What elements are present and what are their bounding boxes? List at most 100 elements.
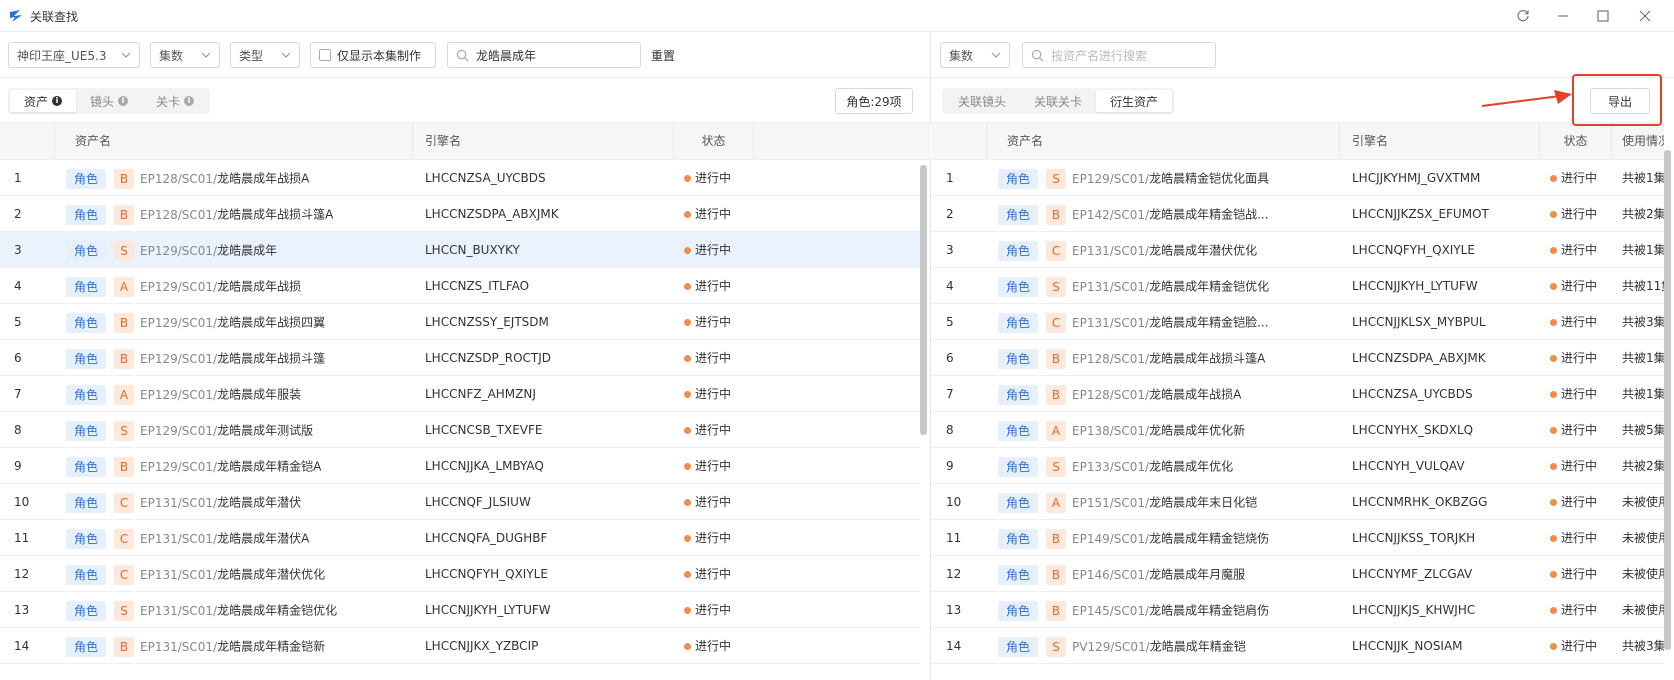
table-row[interactable]: 2 角色 B EP142/SC01/龙皓晨成年精金铠战... LHCCNJJKZSX_E… xyxy=(932,196,1664,232)
table-row[interactable]: 13 角色 B EP145/SC01/龙皓晨成年精金铠肩伤 LHCCNJJKJS_KHW… xyxy=(932,592,1664,628)
reset-button[interactable]: 重置 xyxy=(651,47,675,64)
table-row[interactable]: 2 角色 B EP128/SC01/龙皓晨成年战损斗篷A LHCCNZSDPA_ABXJ… xyxy=(0,196,920,232)
type-select[interactable]: 类型 xyxy=(230,42,300,68)
table-row[interactable]: 1 角色 B EP128/SC01/龙皓晨成年战损A LHCCNZSA_UYCBDS 进行… xyxy=(0,160,920,196)
tab-related-shots[interactable]: 关联镜头 xyxy=(944,90,1020,112)
table-row[interactable]: 6 角色 B EP129/SC01/龙皓晨成年战损斗篷 LHCCNZSDP_ROCTJD… xyxy=(0,340,920,376)
asset-name-cell[interactable]: 角色 B EP149/SC01/龙皓晨成年精金铠烧伤 xyxy=(998,520,1340,556)
tab-shots[interactable]: 镜头 i xyxy=(76,90,142,112)
asset-path-prefix: EP131/SC01/ xyxy=(1072,243,1150,258)
asset-name-cell[interactable]: 角色 A EP129/SC01/龙皓晨成年战损 xyxy=(66,268,413,304)
status-cell: 进行中 xyxy=(1540,196,1612,232)
table-row[interactable]: 7 角色 A EP129/SC01/龙皓晨成年服装 LHCCNFZ_AHMZNJ 进行中 xyxy=(0,376,920,412)
asset-name-cell[interactable]: 角色 S EP129/SC01/龙皓晨精金铠优化面具 xyxy=(998,160,1340,196)
asset-name-cell[interactable]: 角色 C EP131/SC01/龙皓晨成年潜伏 xyxy=(66,484,413,520)
asset-name-cell[interactable]: 角色 B EP129/SC01/龙皓晨成年战损四翼 xyxy=(66,304,413,340)
table-row[interactable]: 14 角色 S PV129/SC01/龙皓晨成年精金铠 LHCCNJJK_NOSIAM 进… xyxy=(932,628,1664,664)
table-row[interactable]: 13 角色 S EP131/SC01/龙皓晨成年精金铠优化 LHCCNJJKYH_LYT… xyxy=(0,592,920,628)
table-row[interactable]: 10 角色 C EP131/SC01/龙皓晨成年潜伏 LHCCNQF_JLSIUW 进行中 xyxy=(0,484,920,520)
asset-path-prefix: EP131/SC01/ xyxy=(140,495,218,510)
asset-search-input[interactable]: 龙皓晨成年 xyxy=(447,42,641,68)
table-row[interactable]: 9 角色 B EP129/SC01/龙皓晨成年精金铠A LHCCNJJKA_LMBYAQ… xyxy=(0,448,920,484)
close-icon[interactable] xyxy=(1634,6,1656,26)
table-row[interactable]: 1 角色 S EP129/SC01/龙皓晨精金铠优化面具 LHCJJKYHMJ_GVXT… xyxy=(932,160,1664,196)
asset-name-cell[interactable]: 角色 B EP131/SC01/龙皓晨成年精金铠新 xyxy=(66,628,413,664)
asset-path-prefix: EP131/SC01/ xyxy=(140,531,218,546)
usage-cell: 共被1集使用 xyxy=(1622,171,1664,185)
table-row[interactable]: 5 角色 B EP129/SC01/龙皓晨成年战损四翼 LHCCNZSSY_EJTSDM… xyxy=(0,304,920,340)
only-current-checkbox[interactable]: 仅显示本集制作 xyxy=(310,42,436,68)
maximize-icon[interactable] xyxy=(1592,6,1614,26)
asset-name-cell[interactable]: 角色 S EP129/SC01/龙皓晨成年 xyxy=(66,232,413,268)
right-table-body: 1 角色 S EP129/SC01/龙皓晨精金铠优化面具 LHCJJKYHMJ_GVXT… xyxy=(932,160,1664,680)
search-icon xyxy=(1031,49,1044,62)
table-row[interactable]: 12 角色 B EP146/SC01/龙皓晨成年月魔服 LHCCNYMF_ZLCGAV 进… xyxy=(932,556,1664,592)
role-count-button[interactable]: 角色:29项 xyxy=(835,88,913,114)
minimize-icon[interactable] xyxy=(1552,6,1574,26)
project-select[interactable]: 神印王座_UE5.3 xyxy=(8,42,140,68)
refresh-icon[interactable] xyxy=(1512,6,1534,26)
asset-path-prefix: EP128/SC01/ xyxy=(1072,387,1150,402)
tab-assets[interactable]: 资产 i xyxy=(10,90,77,112)
asset-name-cell[interactable]: 角色 C EP131/SC01/龙皓晨成年精金铠脸... xyxy=(998,304,1340,340)
table-row[interactable]: 12 角色 C EP131/SC01/龙皓晨成年潜伏优化 LHCCNQFYH_QXIYL… xyxy=(0,556,920,592)
status-cell: 进行中 xyxy=(1540,592,1612,628)
asset-name-cell[interactable]: 角色 A EP151/SC01/龙皓晨成年末日化铠 xyxy=(998,484,1340,520)
asset-name-cell[interactable]: 角色 B EP142/SC01/龙皓晨成年精金铠战... xyxy=(998,196,1340,232)
tab-derived-assets[interactable]: 衍生资产 xyxy=(1096,90,1173,112)
checkbox-box[interactable] xyxy=(319,49,331,61)
asset-name-cell[interactable]: 角色 B EP128/SC01/龙皓晨成年战损斗篷A xyxy=(66,196,413,232)
asset-name-cell[interactable]: 角色 B EP128/SC01/龙皓晨成年战损A xyxy=(998,376,1340,412)
right-scrollbar[interactable] xyxy=(1664,150,1671,650)
engine-name-cell: LHCCNYHX_SKDXLQ xyxy=(1352,423,1474,437)
info-icon: i xyxy=(118,96,129,106)
asset-name: 龙皓晨成年服装 xyxy=(217,387,302,402)
asset-name-cell[interactable]: 角色 C EP131/SC01/龙皓晨成年潜伏优化 xyxy=(998,232,1340,268)
tab-assets-label: 资产 xyxy=(24,94,49,109)
row-index: 2 xyxy=(946,207,954,221)
asset-name-cell[interactable]: 角色 B EP129/SC01/龙皓晨成年精金铠A xyxy=(66,448,413,484)
row-index: 11 xyxy=(946,531,962,545)
table-row[interactable]: 9 角色 S EP133/SC01/龙皓晨成年优化 LHCCNYH_VULQAV 进行中 共… xyxy=(932,448,1664,484)
asset-name-cell[interactable]: 角色 S EP131/SC01/龙皓晨成年精金铠优化 xyxy=(66,592,413,628)
asset-name-cell[interactable]: 角色 B EP145/SC01/龙皓晨成年精金铠肩伤 xyxy=(998,592,1340,628)
table-row[interactable]: 4 角色 S EP131/SC01/龙皓晨成年精金铠优化 LHCCNJJKYH_LYTU… xyxy=(932,268,1664,304)
asset-name-cell[interactable]: 角色 A EP129/SC01/龙皓晨成年服装 xyxy=(66,376,413,412)
asset-name-cell[interactable]: 角色 S PV129/SC01/龙皓晨成年精金铠 xyxy=(998,628,1340,664)
status-dot-icon xyxy=(684,463,691,470)
left-scrollbar[interactable] xyxy=(920,165,927,435)
asset-name-cell[interactable]: 角色 B EP128/SC01/龙皓晨成年战损A xyxy=(66,160,413,196)
right-episode-select[interactable]: 集数 xyxy=(940,42,1010,68)
table-row[interactable]: 3 角色 S EP129/SC01/龙皓晨成年 LHCCN_BUXYKY 进行中 xyxy=(0,232,920,268)
table-row[interactable]: 14 角色 B EP131/SC01/龙皓晨成年精金铠新 LHCCNJJKX_YZBCI… xyxy=(0,628,920,664)
asset-name-cell[interactable]: 角色 S EP129/SC01/龙皓晨成年测试版 xyxy=(66,412,413,448)
table-row[interactable]: 6 角色 B EP128/SC01/龙皓晨成年战损斗篷A LHCCNZSDPA_ABXJ… xyxy=(932,340,1664,376)
asset-name-cell[interactable]: 角色 C EP131/SC01/龙皓晨成年潜伏优化 xyxy=(66,556,413,592)
episode-select[interactable]: 集数 xyxy=(150,42,220,68)
asset-name-cell[interactable]: 角色 B EP128/SC01/龙皓晨成年战损斗篷A xyxy=(998,340,1340,376)
table-row[interactable]: 5 角色 C EP131/SC01/龙皓晨成年精金铠脸... LHCCNJJKLSX_M… xyxy=(932,304,1664,340)
tab-related-levels[interactable]: 关联关卡 xyxy=(1020,90,1096,112)
table-row[interactable]: 7 角色 B EP128/SC01/龙皓晨成年战损A LHCCNZSA_UYCBDS 进行… xyxy=(932,376,1664,412)
asset-name: 龙皓晨成年战损斗篷 xyxy=(217,351,326,366)
asset-name-cell[interactable]: 角色 S EP131/SC01/龙皓晨成年精金铠优化 xyxy=(998,268,1340,304)
asset-name-cell[interactable]: 角色 B EP146/SC01/龙皓晨成年月魔服 xyxy=(998,556,1340,592)
asset-name: 龙皓晨成年精金铠优化 xyxy=(1149,279,1270,294)
right-asset-search-input[interactable]: 按资产名进行搜索 xyxy=(1022,42,1216,68)
table-row[interactable]: 3 角色 C EP131/SC01/龙皓晨成年潜伏优化 LHCCNQFYH_QXIYLE… xyxy=(932,232,1664,268)
table-row[interactable]: 11 角色 B EP149/SC01/龙皓晨成年精金铠烧伤 LHCCNJJKSS_TOR… xyxy=(932,520,1664,556)
role-tag: 角色 xyxy=(66,636,107,657)
grade-tag: B xyxy=(114,636,135,657)
table-row[interactable]: 10 角色 A EP151/SC01/龙皓晨成年末日化铠 LHCCNMRHK_OKBZG… xyxy=(932,484,1664,520)
asset-name-cell[interactable]: 角色 C EP131/SC01/龙皓晨成年潜伏A xyxy=(66,520,413,556)
table-row[interactable]: 4 角色 A EP129/SC01/龙皓晨成年战损 LHCCNZS_ITLFAO 进行中 xyxy=(0,268,920,304)
asset-name-cell[interactable]: 角色 A EP138/SC01/龙皓晨成年优化新 xyxy=(998,412,1340,448)
asset-name-cell[interactable]: 角色 B EP129/SC01/龙皓晨成年战损斗篷 xyxy=(66,340,413,376)
asset-name-cell[interactable]: 角色 S EP133/SC01/龙皓晨成年优化 xyxy=(998,448,1340,484)
table-row[interactable]: 8 角色 S EP129/SC01/龙皓晨成年测试版 LHCCNCSB_TXEVFE 进行… xyxy=(0,412,920,448)
status-cell: 进行中 xyxy=(1540,340,1612,376)
grade-tag: A xyxy=(1046,420,1067,441)
tab-levels[interactable]: 关卡 i xyxy=(142,90,208,112)
table-row[interactable]: 11 角色 C EP131/SC01/龙皓晨成年潜伏A LHCCNQFA_DUGHBF 进… xyxy=(0,520,920,556)
table-row[interactable]: 8 角色 A EP138/SC01/龙皓晨成年优化新 LHCCNYHX_SKDXLQ 进行… xyxy=(932,412,1664,448)
